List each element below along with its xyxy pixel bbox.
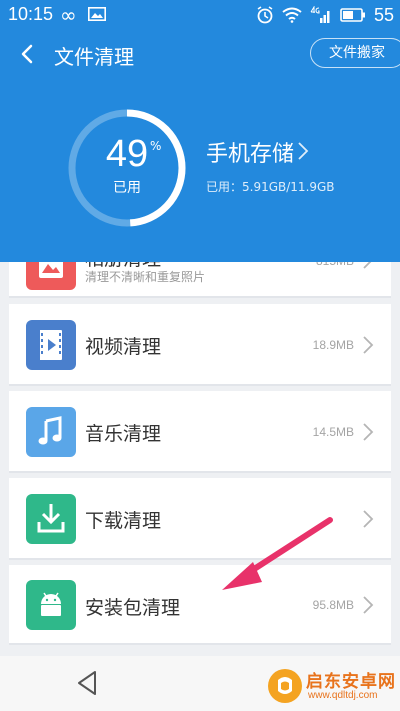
battery-level: 55: [373, 4, 394, 25]
storage-percent: 49: [105, 133, 149, 175]
infinity-icon: ∞: [60, 3, 77, 27]
download-icon: [26, 494, 76, 544]
status-time: 10:15: [8, 4, 54, 24]
chevron-right-icon: [363, 596, 374, 614]
card-title: 下载清理: [85, 510, 162, 532]
card-size: 95.8MB: [312, 598, 354, 612]
card-size: 18.9MB: [312, 338, 354, 352]
percent-sign: %: [150, 139, 162, 153]
chevron-right-icon: [363, 423, 374, 441]
card-music-clean[interactable]: 音乐清理 14.5MB: [9, 391, 391, 473]
music-icon: [26, 407, 76, 457]
nav-bar: 文件清理 文件搬家: [0, 34, 400, 74]
card-title: 音乐清理: [85, 423, 162, 445]
watermark-url: www.qdltdj.com: [308, 690, 378, 701]
android-icon: [26, 580, 76, 630]
chevron-right-icon: [363, 510, 374, 528]
file-cleanup-screen: 相册清理 清理不清晰和重复照片 815MB 视频清理 18.9MB: [0, 0, 400, 711]
phone-storage-title[interactable]: 手机存储: [206, 136, 294, 168]
signal-4g-icon: [310, 6, 330, 23]
storage-ring: 49 % 已用: [66, 107, 188, 229]
file-transfer-button[interactable]: 文件搬家: [310, 38, 400, 68]
nav-back-icon[interactable]: [76, 670, 98, 696]
card-download-clean[interactable]: 下载清理: [9, 478, 391, 560]
card-subtitle: 清理不清晰和重复照片: [85, 270, 206, 284]
alarm-icon: [257, 6, 273, 24]
card-video-clean[interactable]: 视频清理 18.9MB: [9, 304, 391, 386]
storage-header: 10:15 ∞ 55 文件清理 文件搬家 49 % 已用 手机存储 已用：5.9…: [0, 0, 400, 262]
chevron-right-icon: [363, 336, 374, 354]
watermark-text: 启东安卓网: [306, 672, 396, 692]
used-label: 已用: [113, 180, 141, 196]
wifi-icon: [282, 7, 302, 23]
chevron-right-icon[interactable]: [296, 141, 310, 161]
storage-used-detail: 已用：5.91GB/11.9GB: [206, 180, 335, 194]
battery-icon: [340, 8, 365, 22]
card-size: 14.5MB: [312, 425, 354, 439]
card-title: 安装包清理: [85, 597, 181, 619]
page-title: 文件清理: [54, 45, 134, 69]
video-icon: [26, 320, 76, 370]
back-arrow-icon[interactable]: [14, 40, 42, 68]
card-apk-clean[interactable]: 安装包清理 95.8MB: [9, 565, 391, 645]
status-right-group: 55: [256, 4, 394, 26]
status-bar: 10:15 ∞ 55: [0, 0, 400, 30]
card-title: 视频清理: [85, 336, 162, 358]
watermark: 启东安卓网 www.qdltdj.com: [268, 665, 400, 711]
watermark-logo-icon: [268, 669, 302, 703]
image-icon: [88, 7, 106, 21]
ring-label: 49 % 已用: [66, 107, 188, 229]
